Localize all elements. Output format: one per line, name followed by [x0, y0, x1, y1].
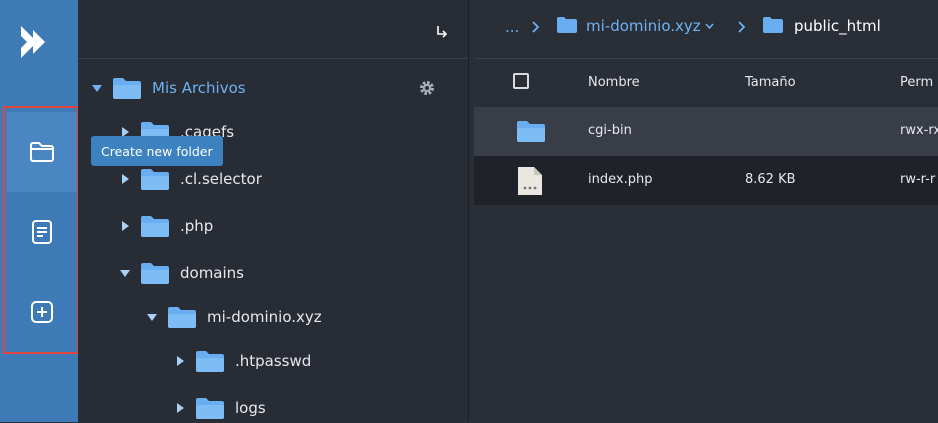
caret-down-icon[interactable]	[145, 310, 159, 324]
tree-root-mis-archivos[interactable]: Mis Archivos	[90, 73, 246, 103]
gear-icon[interactable]	[418, 79, 436, 97]
plus-square-icon	[31, 301, 53, 323]
add-upload-button[interactable]	[7, 272, 77, 352]
tree-item-cl-selector[interactable]: .cl.selector	[118, 164, 262, 194]
breadcrumb: ... mi-dominio.xyz public_html	[469, 0, 938, 56]
tree-item-label: domains	[180, 264, 244, 282]
folder-icon	[196, 351, 224, 372]
chevron-right-icon	[738, 21, 746, 33]
folder-icon	[113, 78, 141, 99]
breadcrumb-item-public-html[interactable]: public_html	[794, 17, 881, 35]
column-header-name[interactable]: Nombre	[588, 75, 640, 90]
folder-icon	[517, 121, 545, 142]
php-file-icon	[518, 167, 542, 195]
chevron-right-icon	[532, 21, 540, 33]
folder-icon	[141, 263, 169, 284]
caret-down-icon[interactable]	[90, 81, 104, 95]
app-logo-icon[interactable]	[17, 24, 53, 60]
folder-tree-panel: Mis Archivos .cagefs .cl.selector .php d…	[78, 0, 469, 422]
tree-item-label: .cl.selector	[180, 170, 262, 188]
select-all-checkbox[interactable]	[513, 73, 529, 89]
file-size: 8.62 KB	[745, 172, 796, 187]
column-header-size[interactable]: Tamaño	[745, 75, 796, 90]
tree-item-logs[interactable]: logs	[173, 393, 266, 423]
table-row[interactable]: index.php 8.62 KB rw-r-r	[474, 156, 938, 205]
caret-right-icon[interactable]	[118, 219, 132, 233]
tree-item-label: mi-dominio.xyz	[207, 308, 322, 326]
left-rail	[0, 0, 79, 422]
table-row[interactable]: cgi-bin rwx-rx	[474, 107, 938, 156]
caret-down-icon[interactable]	[118, 266, 132, 280]
breadcrumb-ellipsis[interactable]: ...	[505, 18, 519, 36]
create-folder-tooltip: Create new folder	[91, 136, 223, 166]
tree-item-domains[interactable]: domains	[118, 258, 244, 288]
caret-right-icon[interactable]	[173, 401, 187, 415]
caret-right-icon[interactable]	[118, 172, 132, 186]
new-file-button[interactable]	[7, 192, 77, 272]
tree-item-htpasswd[interactable]: .htpasswd	[173, 346, 311, 376]
tree-item-label: .htpasswd	[235, 352, 312, 370]
new-folder-button[interactable]	[7, 112, 77, 192]
file-list-panel: ... mi-dominio.xyz public_html Nombre Ta…	[469, 0, 938, 422]
folder-icon	[763, 17, 783, 33]
document-icon	[32, 220, 52, 244]
folder-icon	[168, 307, 196, 328]
tree-item-mi-dominio[interactable]: mi-dominio.xyz	[145, 302, 322, 332]
table-header: Nombre Tamaño Perm	[474, 58, 938, 107]
chevron-down-icon[interactable]	[705, 23, 714, 29]
folder-icon	[141, 169, 169, 190]
folder-icon	[196, 398, 224, 419]
file-name: index.php	[588, 172, 653, 187]
folder-icon	[141, 216, 169, 237]
file-perm: rw-r-r	[900, 172, 936, 187]
breadcrumb-item-mi-dominio[interactable]: mi-dominio.xyz	[586, 17, 701, 35]
tree-item-label: .php	[180, 217, 214, 235]
column-header-perm[interactable]: Perm	[900, 75, 933, 90]
tree-item-label: logs	[235, 399, 266, 417]
file-name: cgi-bin	[588, 123, 632, 138]
tree-item-php[interactable]: .php	[118, 211, 213, 241]
collapse-arrow-icon[interactable]	[435, 25, 449, 39]
caret-right-icon[interactable]	[173, 354, 187, 368]
tree-root-label: Mis Archivos	[152, 79, 246, 97]
rail-actions-group	[3, 106, 79, 354]
file-perm: rwx-rx	[900, 123, 938, 138]
folder-outline-icon	[30, 142, 54, 162]
folder-icon	[557, 17, 577, 33]
tree-toolbar	[78, 0, 468, 59]
